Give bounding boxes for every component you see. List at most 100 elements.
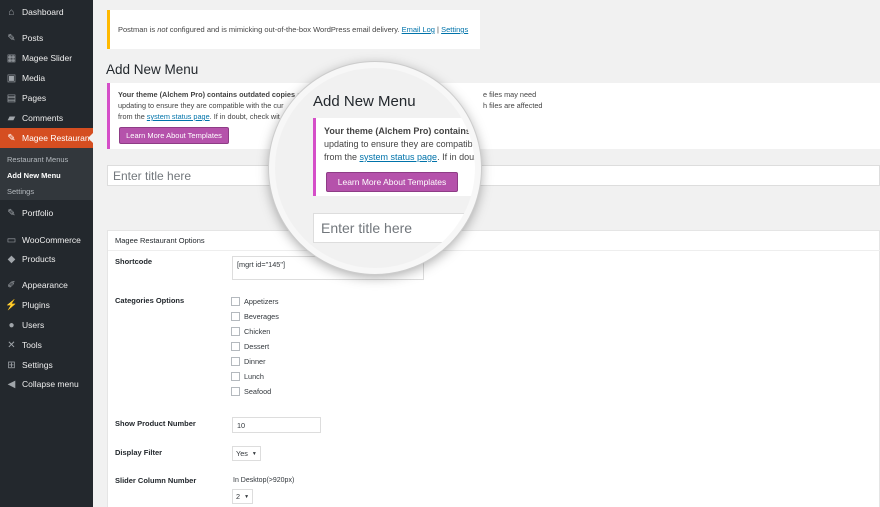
sidebar-item-label: Magee Restaurant [22, 133, 92, 143]
checkbox-label: Dessert [244, 342, 270, 351]
sidebar-item-portfolio[interactable]: ✎ Portfolio [0, 203, 93, 223]
checkbox[interactable] [231, 297, 240, 306]
slider-column-label: Slider Column Number [115, 476, 197, 485]
restaurant-options-box: Magee Restaurant Options Shortcode [mgrt… [107, 230, 880, 507]
select-value: 2 [236, 492, 241, 501]
magnified-title-input[interactable]: Enter title here [313, 213, 475, 243]
checkbox[interactable] [231, 312, 240, 321]
notice-text: Postman is [118, 25, 158, 34]
warning-text: e files may need [483, 90, 537, 99]
sidebar-item-appearance[interactable]: ✐ Appearance [0, 275, 93, 295]
options-box-header: Magee Restaurant Options [108, 231, 880, 251]
categories-label: Categories Options [115, 296, 185, 305]
magnifier-lens: Add New Menu Your theme (Alchem Pro) con… [269, 62, 481, 274]
comment-icon: ▰ [7, 112, 16, 124]
learn-more-templates-button[interactable]: Learn More About Templates [119, 127, 229, 144]
sidebar-item-users[interactable]: ● Users [0, 315, 93, 335]
sidebar-item-label: Media [22, 73, 46, 83]
warning-text: from the [324, 152, 360, 162]
restaurant-submenu: Restaurant Menus Add New Menu Settings [0, 148, 93, 200]
sidebar-item-dashboard[interactable]: ⌂ Dashboard [0, 2, 93, 22]
sidebar-item-label: WooCommerce [22, 235, 81, 245]
sidebar-item-label: Posts [22, 33, 44, 43]
checkbox[interactable] [231, 372, 240, 381]
sidebar-item-label: Settings [22, 360, 53, 370]
warning-text: . If in doub [437, 152, 480, 162]
email-log-link[interactable]: Email Log [402, 25, 435, 34]
warning-text: updating to ensure they are compatib [324, 139, 473, 149]
sidebar-item-media[interactable]: ▣ Media [0, 68, 93, 88]
brush-icon: ✐ [7, 279, 16, 291]
product-number-label: Show Product Number [115, 419, 196, 428]
sidebar-item-magee-restaurant[interactable]: ✎ Magee Restaurant [0, 128, 93, 148]
sidebar-item-posts[interactable]: ✎ Posts [0, 28, 93, 48]
wrench-icon: ✕ [7, 339, 16, 351]
sidebar-item-label: Appearance [22, 280, 68, 290]
postman-notice: Postman is not configured and is mimicki… [107, 10, 480, 49]
sidebar-item-label: Products [22, 254, 56, 264]
sidebar-item-products[interactable]: ◆ Products [0, 249, 93, 269]
sidebar-item-label: Pages [22, 93, 47, 103]
title-input[interactable]: Enter title here [107, 165, 880, 186]
checkbox[interactable] [231, 357, 240, 366]
submenu-item-settings[interactable]: Settings [7, 187, 34, 196]
admin-sidebar: ⌂ Dashboard ✎ Posts ▦ Magee Slider ▣ Media ▤… [0, 0, 93, 507]
woo-icon: ▭ [6, 234, 17, 246]
category-checkbox-dessert[interactable]: Dessert [231, 342, 269, 351]
checkbox[interactable] [231, 387, 240, 396]
magnified-page-title: Add New Menu [313, 93, 416, 110]
select-value: Yes [236, 449, 248, 458]
user-icon: ● [8, 319, 15, 331]
dashboard-icon: ⌂ [8, 6, 15, 18]
display-filter-select[interactable]: Yes ▼ [232, 446, 261, 461]
product-number-input[interactable]: 10 [232, 417, 321, 433]
shortcode-label: Shortcode [115, 257, 153, 266]
category-checkbox-lunch[interactable]: Lunch [231, 372, 264, 381]
submenu-item-add-new-menu[interactable]: Add New Menu [7, 171, 61, 180]
display-filter-label: Display Filter [115, 448, 163, 457]
category-checkbox-appetizers[interactable]: Appetizers [231, 297, 278, 306]
desktop-column-select[interactable]: 2 ▼ [232, 489, 254, 504]
magnified-learn-more-button[interactable]: Learn More About Templates [326, 172, 458, 192]
sidebar-item-woocommerce[interactable]: ▭ WooCommerce [0, 230, 93, 250]
sidebar-item-tools[interactable]: ✕ Tools [0, 335, 93, 355]
sidebar-item-label: Dashboard [22, 7, 64, 17]
sidebar-item-pages[interactable]: ▤ Pages [0, 88, 93, 108]
pages-icon: ▤ [6, 92, 17, 104]
chevron-down-icon: ▼ [244, 493, 250, 500]
warning-text: . If in doubt, check wit [209, 112, 280, 121]
system-status-link[interactable]: system status page [147, 112, 210, 121]
sidebar-item-collapse-menu[interactable]: ◀ Collapse menu [0, 374, 93, 394]
checkbox-label: Appetizers [244, 297, 279, 306]
slider-icon: ▦ [6, 52, 17, 64]
category-checkbox-beverages[interactable]: Beverages [231, 312, 279, 321]
media-icon: ▣ [6, 72, 17, 84]
sidebar-item-label: Tools [22, 340, 42, 350]
sidebar-item-label: Collapse menu [22, 379, 79, 389]
submenu-item-restaurant-menus[interactable]: Restaurant Menus [7, 155, 68, 164]
checkbox-label: Beverages [244, 312, 279, 321]
checkbox[interactable] [231, 327, 240, 336]
warning-right-text: e files may need h files are affected [483, 89, 633, 111]
sidebar-item-label: Users [22, 320, 45, 330]
category-checkbox-dinner[interactable]: Dinner [231, 357, 266, 366]
sidebar-item-plugins[interactable]: ⚡ Plugins [0, 295, 93, 315]
chevron-down-icon: ▼ [251, 450, 257, 457]
category-checkbox-chicken[interactable]: Chicken [231, 327, 270, 336]
sidebar-item-label: Portfolio [22, 208, 54, 218]
page-title: Add New Menu [106, 62, 199, 77]
active-indicator [88, 133, 93, 143]
sidebar-item-settings[interactable]: ⊞ Settings [0, 355, 93, 375]
collapse-icon: ◀ [7, 378, 16, 390]
settings-link[interactable]: Settings [441, 25, 468, 34]
pin-icon: ✎ [7, 32, 16, 44]
category-checkbox-seafood[interactable]: Seafood [231, 387, 271, 396]
sidebar-item-magee-slider[interactable]: ▦ Magee Slider [0, 48, 93, 68]
pin-icon: ✎ [7, 207, 16, 219]
checkbox[interactable] [231, 342, 240, 351]
box-icon: ◆ [7, 253, 16, 265]
desktop-label: In Desktop(>920px) [233, 477, 295, 484]
checkbox-label: Seafood [244, 387, 272, 396]
sidebar-item-comments[interactable]: ▰ Comments [0, 108, 93, 128]
system-status-link[interactable]: system status page [360, 152, 438, 162]
